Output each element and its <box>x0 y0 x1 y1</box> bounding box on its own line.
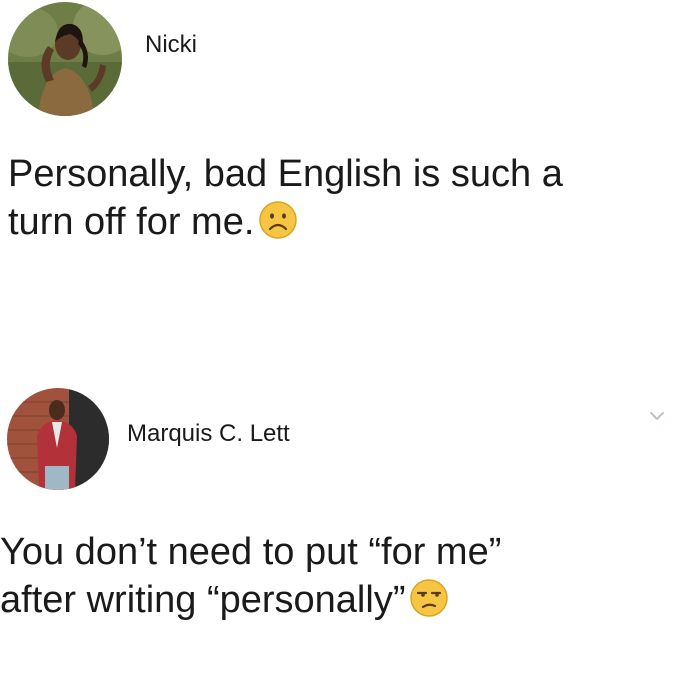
author-name[interactable]: Marquis C. Lett <box>127 420 290 448</box>
avatar-photo <box>8 2 122 116</box>
post-text-line: turn off for me. <box>8 201 255 243</box>
unamused-face-emoji-icon <box>410 579 449 617</box>
author-name[interactable]: Nicki <box>145 31 197 59</box>
avatar-nicki[interactable] <box>8 2 122 116</box>
avatar-marquis[interactable] <box>7 388 109 490</box>
original-post: Nicki Personally, bad English is such a … <box>0 0 700 330</box>
post-text: Personally, bad English is such a turn o… <box>8 150 563 246</box>
post-text-line-with-emoji: after writing “personally” <box>0 576 501 624</box>
reply-post: Marquis C. Lett You don’t need to put “f… <box>0 380 700 680</box>
post-text-line-with-emoji: turn off for me. <box>8 198 563 246</box>
frowning-face-emoji-icon <box>259 201 298 239</box>
post-text-line: after writing “personally” <box>0 579 406 621</box>
avatar-photo <box>7 388 109 490</box>
post-text: You don’t need to put “for me” after wri… <box>0 528 501 624</box>
post-text-line: Personally, bad English is such a <box>8 153 563 195</box>
chevron-down-icon[interactable] <box>648 410 666 422</box>
post-text-line: You don’t need to put “for me” <box>0 531 502 573</box>
